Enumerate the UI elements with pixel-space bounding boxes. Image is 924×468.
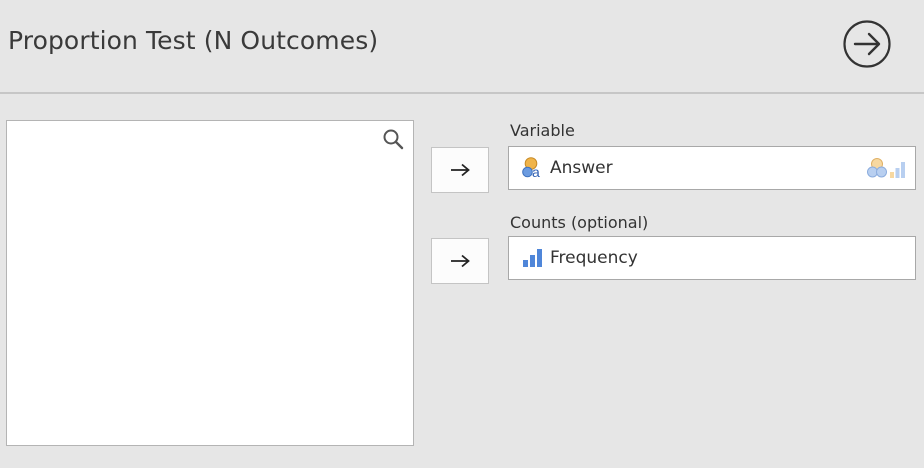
continuous-variable-icon — [523, 249, 542, 267]
ordinal-icon — [890, 162, 905, 178]
search-icon[interactable] — [382, 128, 404, 150]
variable-target-box[interactable]: a Answer — [508, 146, 916, 190]
counts-item-label: Frequency — [550, 248, 638, 268]
move-to-counts-button[interactable] — [431, 238, 489, 284]
svg-text:a: a — [532, 164, 540, 180]
arrow-circle-right-icon — [843, 20, 891, 68]
variables-list[interactable] — [6, 120, 414, 446]
variable-label: Variable — [510, 121, 575, 140]
nominal-text-variable-icon: a — [522, 157, 540, 180]
counts-target-box[interactable]: Frequency — [508, 236, 916, 280]
arrow-right-icon — [451, 163, 470, 177]
allowed-types — [866, 157, 907, 179]
header-divider — [0, 92, 924, 94]
counts-item-frequency[interactable]: Frequency — [521, 237, 638, 279]
run-analysis-button[interactable] — [842, 19, 892, 69]
counts-label: Counts (optional) — [510, 213, 649, 232]
variable-item-label: Answer — [550, 158, 613, 178]
move-to-variable-button[interactable] — [431, 147, 489, 193]
nominal-icon — [867, 158, 887, 178]
variable-item-answer[interactable]: a Answer — [521, 147, 613, 189]
page-title: Proportion Test (N Outcomes) — [8, 26, 379, 55]
arrow-right-icon — [451, 254, 470, 268]
